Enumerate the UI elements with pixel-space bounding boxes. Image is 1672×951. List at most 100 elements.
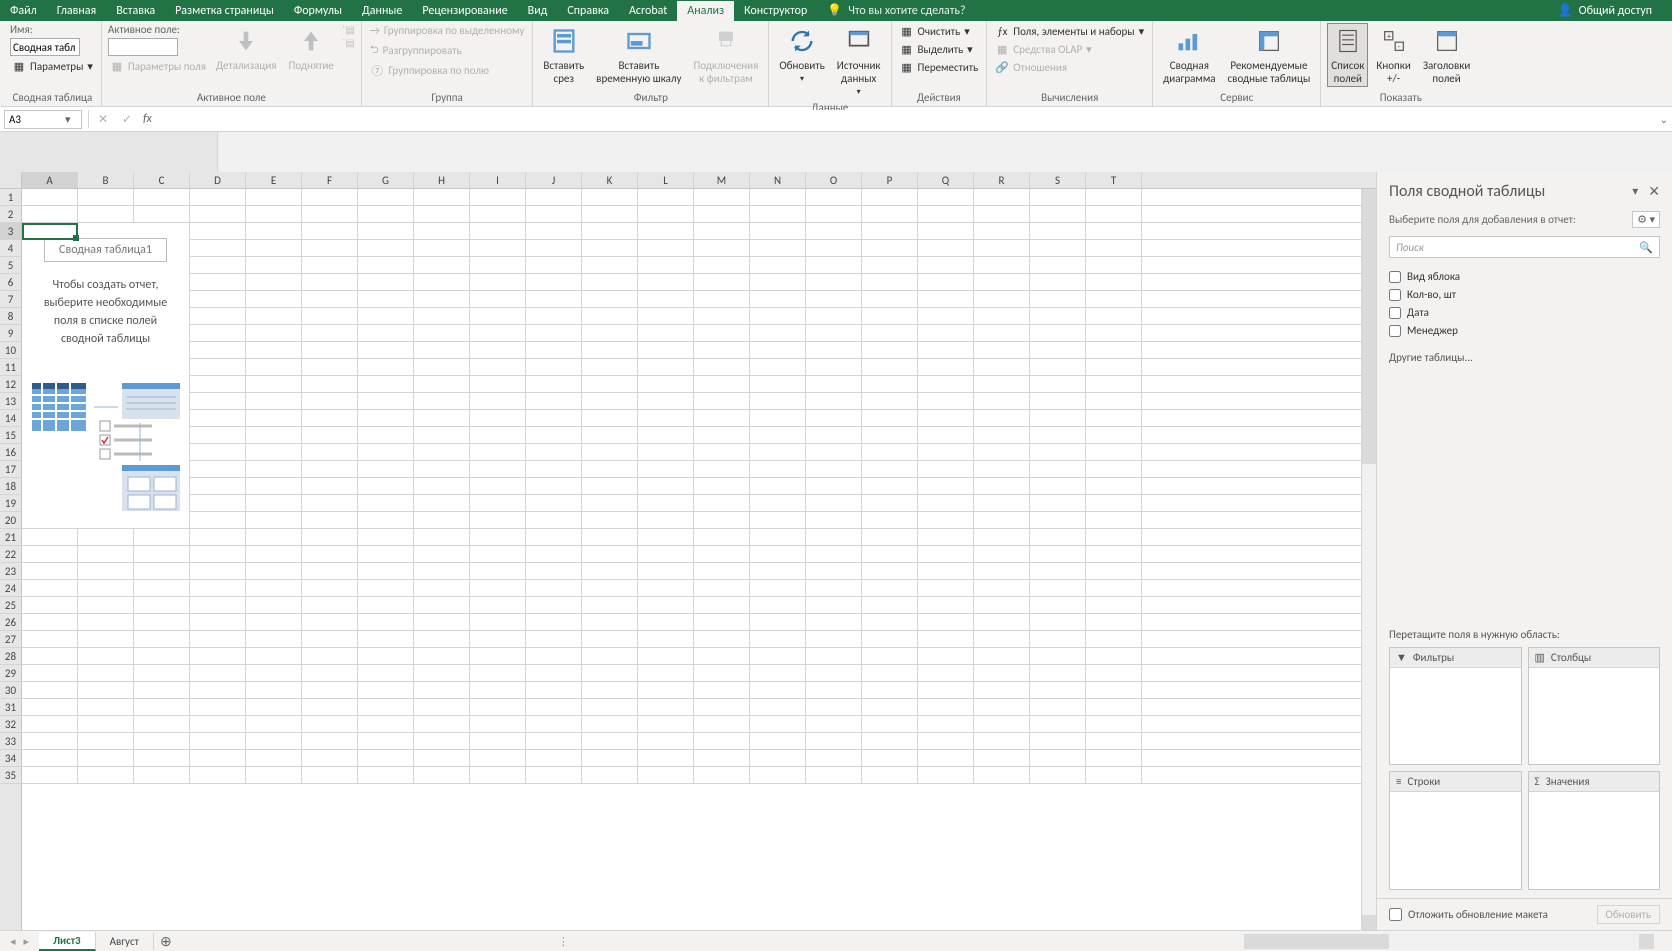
vertical-scrollbar[interactable] xyxy=(1361,189,1376,930)
scroll-thumb[interactable] xyxy=(1362,204,1376,464)
select-all-corner[interactable] xyxy=(0,172,22,188)
pivot-name-input[interactable] xyxy=(10,38,80,56)
row-header-9[interactable]: 9 xyxy=(0,325,21,342)
field-checkbox[interactable] xyxy=(1389,289,1401,301)
row-header-6[interactable]: 6 xyxy=(0,274,21,291)
sheet-tab-1[interactable]: Август xyxy=(96,933,154,950)
row-header-7[interactable]: 7 xyxy=(0,291,21,308)
row-header-22[interactable]: 22 xyxy=(0,546,21,563)
activefield-input[interactable] xyxy=(108,38,178,56)
recommend-pivot-button[interactable]: Рекомендуемые сводные таблицы xyxy=(1224,23,1315,87)
scroll-left-icon[interactable] xyxy=(1244,934,1259,949)
fx-icon[interactable]: fx xyxy=(139,112,156,126)
field-checkbox[interactable] xyxy=(1389,325,1401,337)
col-header-P[interactable]: P xyxy=(862,172,918,188)
row-header-13[interactable]: 13 xyxy=(0,393,21,410)
field-params-button[interactable]: ▦ Параметры поля xyxy=(108,58,208,74)
scroll-down-icon[interactable] xyxy=(1362,915,1376,930)
row-header-24[interactable]: 24 xyxy=(0,580,21,597)
menu-design[interactable]: Конструктор xyxy=(734,1,817,21)
col-header-M[interactable]: M xyxy=(694,172,750,188)
expand-formula-icon[interactable]: ⌄ xyxy=(1660,113,1668,126)
col-header-O[interactable]: O xyxy=(806,172,862,188)
row-header-4[interactable]: 4 xyxy=(0,240,21,257)
row-header-19[interactable]: 19 xyxy=(0,495,21,512)
row-header-5[interactable]: 5 xyxy=(0,257,21,274)
row-header-28[interactable]: 28 xyxy=(0,648,21,665)
field-item-2[interactable]: Дата xyxy=(1389,306,1660,319)
name-box[interactable]: A3 ▾ xyxy=(4,110,82,129)
menu-home[interactable]: Главная xyxy=(47,1,106,21)
row-header-26[interactable]: 26 xyxy=(0,614,21,631)
horizontal-scrollbar[interactable] xyxy=(1244,934,1654,949)
row-header-27[interactable]: 27 xyxy=(0,631,21,648)
col-header-S[interactable]: S xyxy=(1030,172,1086,188)
menu-acrobat[interactable]: Acrobat xyxy=(619,1,677,21)
field-checkbox[interactable] xyxy=(1389,307,1401,319)
col-header-F[interactable]: F xyxy=(302,172,358,188)
hscroll-thumb[interactable] xyxy=(1259,934,1389,949)
row-header-11[interactable]: 11 xyxy=(0,359,21,376)
menu-help[interactable]: Справка xyxy=(557,1,619,21)
active-cell[interactable] xyxy=(22,223,78,240)
row-header-35[interactable]: 35 xyxy=(0,767,21,784)
other-tables-link[interactable]: Другие таблицы... xyxy=(1377,341,1672,374)
row-header-16[interactable]: 16 xyxy=(0,444,21,461)
tab-split-handle[interactable]: ⋮ xyxy=(558,935,569,948)
field-item-3[interactable]: Менеджер xyxy=(1389,324,1660,337)
row-header-25[interactable]: 25 xyxy=(0,597,21,614)
buttons-toggle-button[interactable]: +- Кнопки +/- xyxy=(1372,23,1414,87)
row-header-31[interactable]: 31 xyxy=(0,699,21,716)
col-header-A[interactable]: A xyxy=(22,172,78,188)
insert-slicer-button[interactable]: Вставить срез xyxy=(539,23,588,87)
row-header-8[interactable]: 8 xyxy=(0,308,21,325)
row-header-29[interactable]: 29 xyxy=(0,665,21,682)
row-header-32[interactable]: 32 xyxy=(0,716,21,733)
col-header-R[interactable]: R xyxy=(974,172,1030,188)
pane-dropdown-icon[interactable]: ▾ xyxy=(1632,184,1638,199)
sheet-tab-0[interactable]: Лист3 xyxy=(39,932,96,951)
refresh-button[interactable]: Обновить ▾ xyxy=(775,23,828,86)
fill-handle[interactable] xyxy=(73,235,79,241)
select-button[interactable]: ▦Выделить▾ xyxy=(898,41,981,57)
scroll-right-icon[interactable] xyxy=(1639,934,1654,949)
col-header-L[interactable]: L xyxy=(638,172,694,188)
menu-file[interactable]: Файл xyxy=(0,1,47,21)
col-header-G[interactable]: G xyxy=(358,172,414,188)
field-item-1[interactable]: Кол-во, шт xyxy=(1389,288,1660,301)
row-header-20[interactable]: 20 xyxy=(0,512,21,529)
menu-analyze[interactable]: Анализ xyxy=(677,1,734,21)
defer-layout-checkbox[interactable]: Отложить обновление макета xyxy=(1389,908,1548,921)
field-item-0[interactable]: Вид яблока xyxy=(1389,270,1660,283)
row-header-18[interactable]: 18 xyxy=(0,478,21,495)
row-header-23[interactable]: 23 xyxy=(0,563,21,580)
menu-data[interactable]: Данные xyxy=(352,1,412,21)
col-header-I[interactable]: I xyxy=(470,172,526,188)
tab-nav-first-icon[interactable]: ◂ xyxy=(10,935,16,948)
col-header-H[interactable]: H xyxy=(414,172,470,188)
tab-nav-last-icon[interactable]: ▸ xyxy=(24,935,30,948)
menu-view[interactable]: Вид xyxy=(518,1,558,21)
row-header-17[interactable]: 17 xyxy=(0,461,21,478)
cells-grid[interactable]: Сводная таблица1 Чтобы создать отчет, вы… xyxy=(22,189,1361,930)
pivot-chart-button[interactable]: Сводная диаграмма xyxy=(1159,23,1219,87)
row-header-12[interactable]: 12 xyxy=(0,376,21,393)
field-checkbox[interactable] xyxy=(1389,271,1401,283)
insert-timeline-button[interactable]: Вставить временную шкалу xyxy=(592,23,685,87)
area-rows[interactable]: ≡Строки xyxy=(1389,771,1522,890)
area-columns[interactable]: ▥Столбцы xyxy=(1528,647,1661,766)
share-button[interactable]: 👤 Общий доступ xyxy=(1548,0,1662,21)
row-header-14[interactable]: 14 xyxy=(0,410,21,427)
close-pane-icon[interactable]: ✕ xyxy=(1648,183,1660,200)
pivot-options-button[interactable]: ▦ Параметры ▾ xyxy=(10,58,95,74)
pane-search-input[interactable]: Поиск 🔍 xyxy=(1389,236,1660,258)
area-values[interactable]: ΣЗначения xyxy=(1528,771,1661,890)
row-header-1[interactable]: 1 xyxy=(0,189,21,206)
fields-items-button[interactable]: ƒxПоля, элементы и наборы▾ xyxy=(993,23,1146,39)
scroll-up-icon[interactable] xyxy=(1362,189,1376,204)
row-header-3[interactable]: 3 xyxy=(0,223,21,240)
row-header-33[interactable]: 33 xyxy=(0,733,21,750)
menu-layout[interactable]: Разметка страницы xyxy=(165,1,284,21)
col-header-K[interactable]: K xyxy=(582,172,638,188)
col-header-D[interactable]: D xyxy=(190,172,246,188)
